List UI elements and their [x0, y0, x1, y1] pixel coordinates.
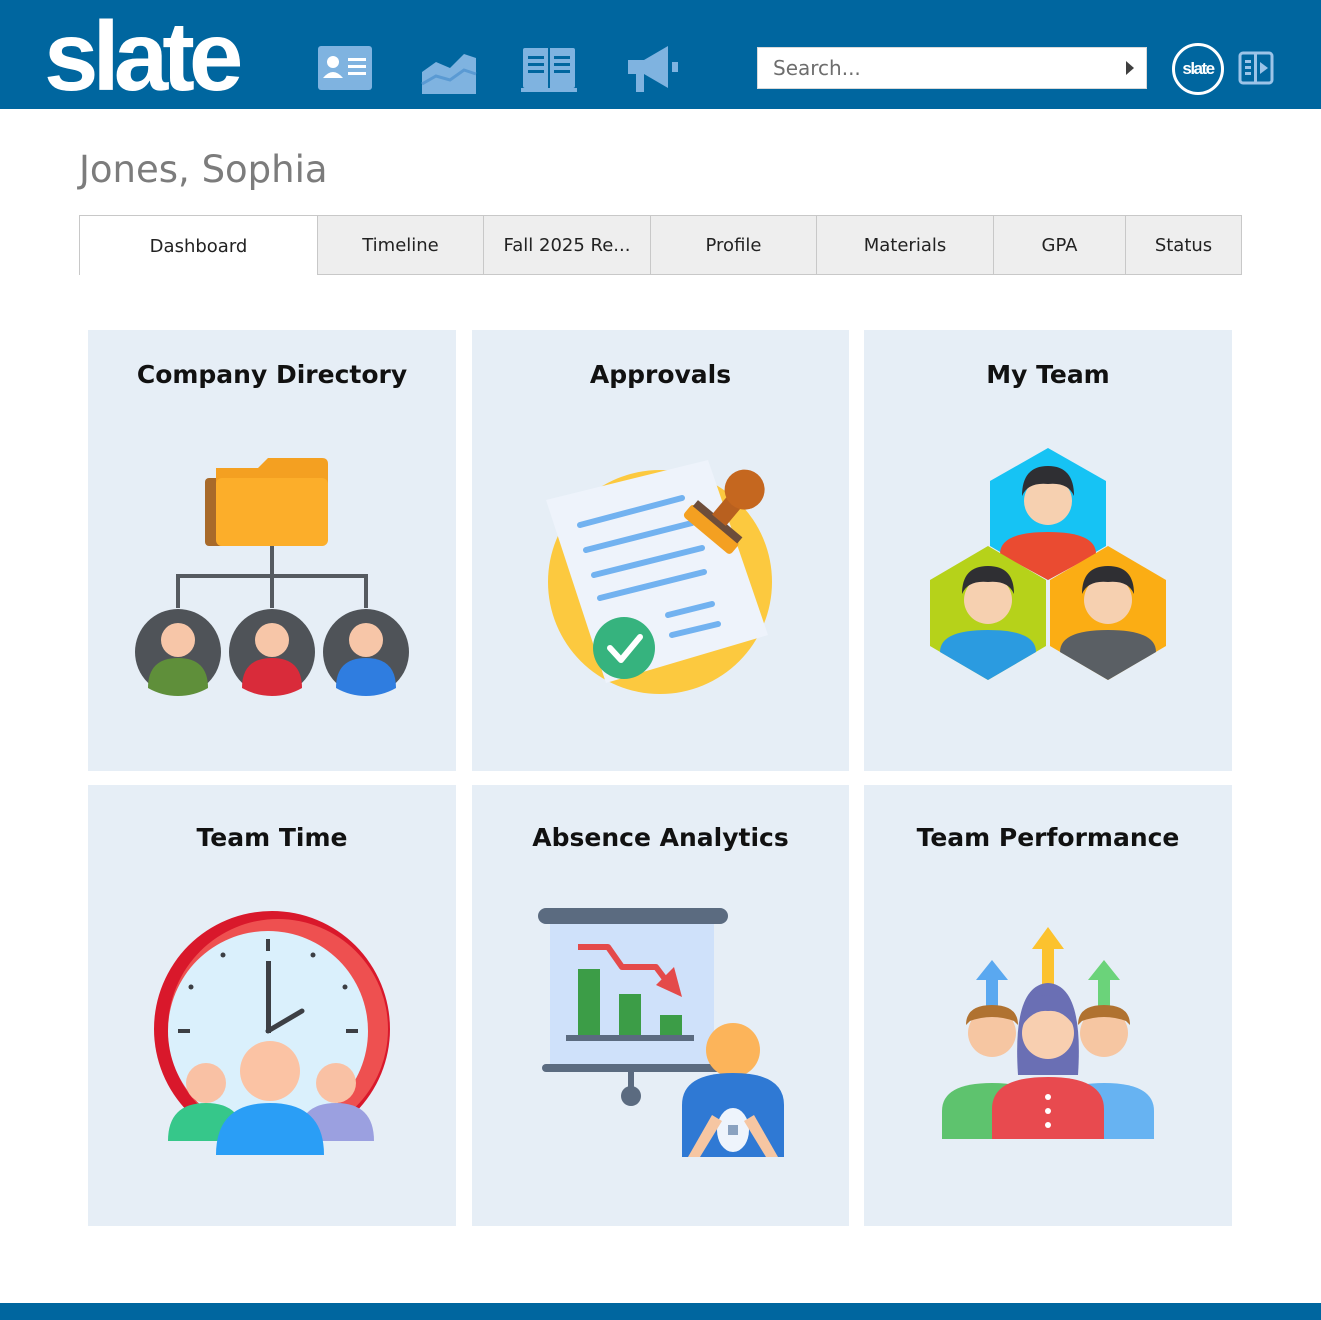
performance-arrows-icon	[942, 927, 1154, 1139]
tab-gpa[interactable]: GPA	[993, 216, 1125, 274]
card-absence-analytics[interactable]: Absence Analytics	[472, 785, 849, 1226]
search-box[interactable]	[757, 47, 1147, 89]
tab-bar: Dashboard Timeline Fall 2025 Re... Profi…	[79, 215, 1242, 277]
card-title: Team Time	[196, 823, 348, 852]
tab-materials[interactable]: Materials	[816, 216, 993, 274]
card-team-performance[interactable]: Team Performance	[864, 785, 1232, 1226]
card-title: Absence Analytics	[532, 823, 789, 852]
card-team-time[interactable]: Team Time	[88, 785, 456, 1226]
book-icon[interactable]	[520, 40, 578, 96]
card-title: My Team	[986, 360, 1110, 389]
search-submit-icon[interactable]	[1126, 61, 1134, 75]
card-title: Company Directory	[136, 360, 408, 389]
footer-bar	[0, 1303, 1321, 1320]
org-chart-icon	[135, 458, 409, 696]
chart-icon[interactable]	[420, 40, 478, 96]
tab-profile[interactable]: Profile	[650, 216, 816, 274]
team-hexagon-icon	[930, 448, 1166, 680]
page-title: Jones, Sophia	[79, 148, 328, 191]
megaphone-icon[interactable]	[624, 40, 682, 96]
card-approvals[interactable]: Approvals	[472, 330, 849, 771]
search-input[interactable]	[758, 48, 1118, 88]
slate-badge-button[interactable]: slate	[1172, 43, 1224, 95]
approval-stamp-icon	[546, 460, 772, 694]
card-title: Approvals	[589, 360, 732, 389]
presentation-chart-icon	[538, 908, 784, 1157]
tab-status[interactable]: Status	[1125, 216, 1241, 274]
slate-logo[interactable]: slate	[44, 6, 243, 106]
contact-card-icon[interactable]	[316, 40, 374, 96]
card-title: Team Performance	[916, 823, 1180, 852]
card-my-team[interactable]: My Team	[864, 330, 1232, 771]
clock-team-icon	[154, 911, 390, 1155]
top-bar: slate Search... slate	[0, 0, 1321, 109]
exit-panel-icon[interactable]	[1238, 50, 1274, 86]
card-company-directory[interactable]: Company Directory	[88, 330, 456, 771]
tab-dashboard[interactable]: Dashboard	[80, 216, 317, 277]
tab-timeline[interactable]: Timeline	[317, 216, 483, 274]
tab-fall-2025[interactable]: Fall 2025 Re...	[483, 216, 650, 274]
